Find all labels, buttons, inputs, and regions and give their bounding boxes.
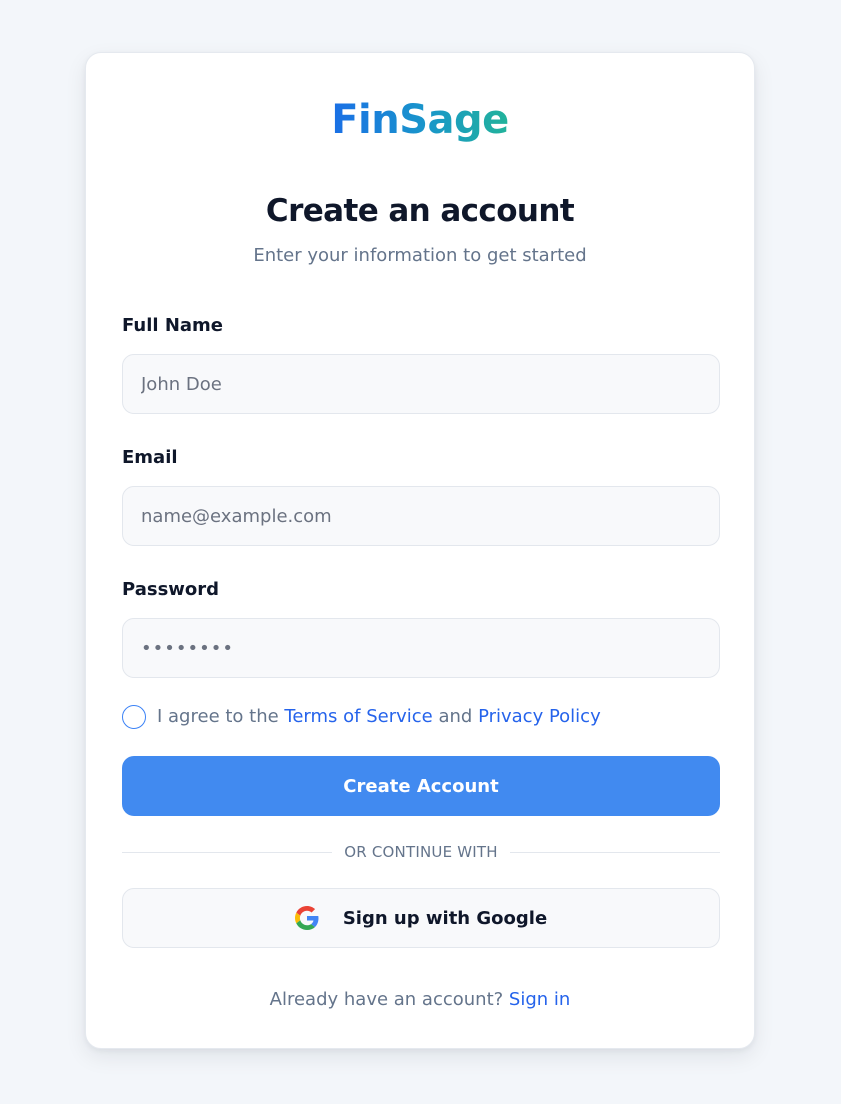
password-input[interactable] [122, 618, 720, 678]
privacy-policy-link[interactable]: Privacy Policy [478, 704, 601, 730]
email-input[interactable] [122, 486, 720, 546]
brand-name: FinSage [331, 97, 509, 143]
terms-of-service-link[interactable]: Terms of Service [284, 704, 432, 730]
password-label: Password [122, 579, 220, 600]
google-signup-button[interactable]: Sign up with Google [122, 888, 720, 948]
full-name-label: Full Name [122, 315, 223, 336]
page-title: Create an account [265, 193, 575, 229]
divider-line-right [509, 851, 720, 853]
create-account-button[interactable]: Create Account [122, 756, 720, 816]
signin-prompt-text: Already have an account? [269, 989, 509, 1010]
page-subtitle: Enter your information to get started [253, 245, 587, 266]
divider-line-left [122, 851, 333, 853]
brand-logo: FinSage [86, 95, 754, 145]
terms-agreement: I agree to the Terms of Service and Priv… [122, 704, 601, 730]
signin-link[interactable]: Sign in [509, 989, 570, 1010]
divider-text: OR CONTINUE WITH [344, 843, 498, 861]
signin-prompt: Already have an account? Sign in [86, 988, 754, 1012]
agree-prefix: I agree to the [157, 706, 285, 727]
agree-middle: and [432, 706, 479, 727]
google-icon [294, 906, 319, 930]
signup-card: FinSage Create an account Enter your inf… [85, 52, 755, 1049]
or-divider: OR CONTINUE WITH [122, 842, 720, 862]
email-label: Email [122, 447, 178, 468]
agree-checkbox[interactable] [122, 705, 146, 729]
full-name-input[interactable] [122, 354, 720, 414]
google-button-label: Sign up with Google [342, 907, 548, 929]
